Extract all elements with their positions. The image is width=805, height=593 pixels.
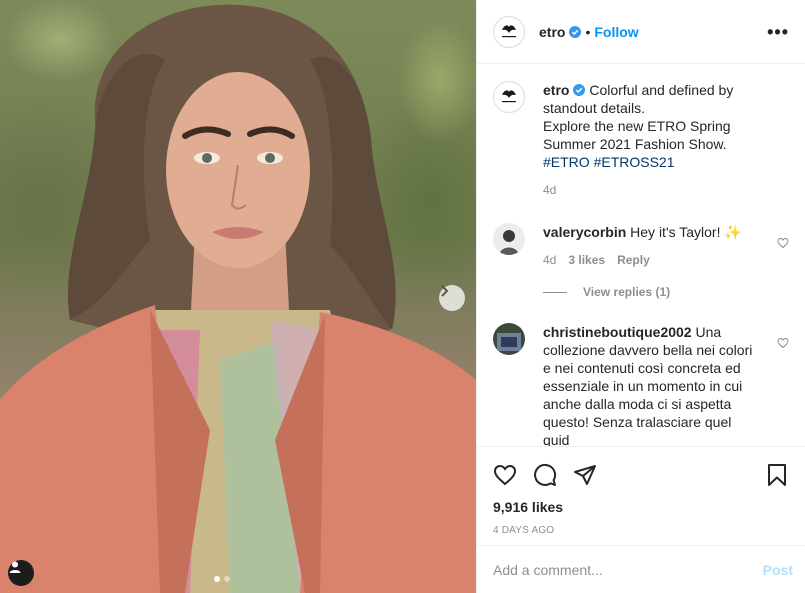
avatar[interactable] (493, 323, 525, 355)
avatar[interactable] (493, 81, 525, 113)
next-slide-button[interactable] (439, 285, 465, 311)
avatar[interactable] (493, 15, 525, 48)
reply-button[interactable]: Reply (617, 253, 650, 267)
post-header: etro • Follow ••• (477, 0, 805, 64)
user-tag-icon (9, 561, 21, 573)
heart-icon[interactable] (777, 337, 789, 349)
comment-text: christineboutique2002 Una collezione dav… (543, 323, 761, 446)
comment-item: valerycorbin Hey it's Taylor! ✨ 4d 3 lik… (493, 223, 789, 267)
post-caption: etro Colorful and defined by standout de… (493, 81, 789, 197)
action-bar (493, 459, 789, 491)
verified-badge-icon (569, 25, 582, 38)
comment-body: Hey it's Taylor! ✨ (630, 224, 742, 240)
caption-line-2: Explore the new ETRO Spring Summer 2021 … (543, 118, 731, 152)
comments-list[interactable]: etro Colorful and defined by standout de… (477, 65, 805, 446)
share-icon[interactable] (573, 463, 597, 487)
comment-icon[interactable] (533, 463, 557, 487)
model-illustration (0, 4, 476, 593)
comment-item: christineboutique2002 Una collezione dav… (493, 323, 789, 446)
post-sidebar: etro • Follow ••• etro Colorful and defi… (476, 0, 805, 593)
post-age[interactable]: 4 DAYS AGO (493, 525, 789, 536)
follow-button[interactable]: Follow (594, 24, 638, 40)
view-replies-button[interactable]: View replies (1) (543, 285, 789, 299)
divider (543, 291, 567, 293)
post-comment-button[interactable]: Post (763, 562, 793, 578)
comment-time[interactable]: 4d (543, 253, 556, 267)
carousel-indicator (214, 576, 230, 582)
add-comment-bar: Post (477, 545, 805, 593)
tagged-users-button[interactable] (8, 560, 34, 586)
post-dialog: etro • Follow ••• etro Colorful and defi… (0, 0, 805, 593)
heart-icon[interactable] (493, 463, 517, 487)
comment-username[interactable]: valerycorbin (543, 224, 626, 240)
carousel-dot (224, 576, 230, 582)
comment-username[interactable]: christineboutique2002 (543, 324, 692, 340)
post-actions: 9,916 likes 4 DAYS AGO (477, 446, 805, 536)
etro-logo-icon (502, 90, 516, 103)
comment-body: Una collezione davvero bella nei colori … (543, 324, 753, 446)
comment-input[interactable] (493, 561, 763, 578)
post-photo[interactable] (0, 0, 476, 593)
user-photo-icon (493, 323, 525, 355)
carousel-dot-active (214, 576, 220, 582)
bookmark-icon[interactable] (765, 463, 789, 487)
separator-dot: • (585, 23, 591, 40)
caption-line-1: Colorful and defined by standout details… (543, 82, 734, 116)
comment-likes[interactable]: 3 likes (568, 253, 605, 267)
hashtag-link[interactable]: #ETROSS21 (594, 154, 675, 170)
etro-logo-icon (502, 24, 516, 37)
avatar[interactable] (493, 223, 525, 255)
comment-meta: 4d 3 likes Reply (543, 253, 761, 267)
verified-badge-icon (573, 84, 586, 96)
author-username[interactable]: etro (539, 24, 565, 40)
more-options-icon[interactable]: ••• (767, 23, 789, 41)
hashtag-link[interactable]: #ETRO (543, 154, 590, 170)
caption-text: etro Colorful and defined by standout de… (543, 81, 761, 171)
heart-icon[interactable] (777, 237, 789, 249)
comment-text: valerycorbin Hey it's Taylor! ✨ (543, 223, 761, 241)
caption-username[interactable]: etro (543, 82, 569, 98)
likes-count[interactable]: 9,916 likes (493, 499, 789, 515)
chevron-right-icon (441, 285, 449, 297)
user-photo-icon (493, 223, 525, 255)
caption-meta: 4d (543, 183, 761, 197)
view-replies-label: View replies (1) (583, 285, 671, 299)
caption-time[interactable]: 4d (543, 183, 556, 197)
